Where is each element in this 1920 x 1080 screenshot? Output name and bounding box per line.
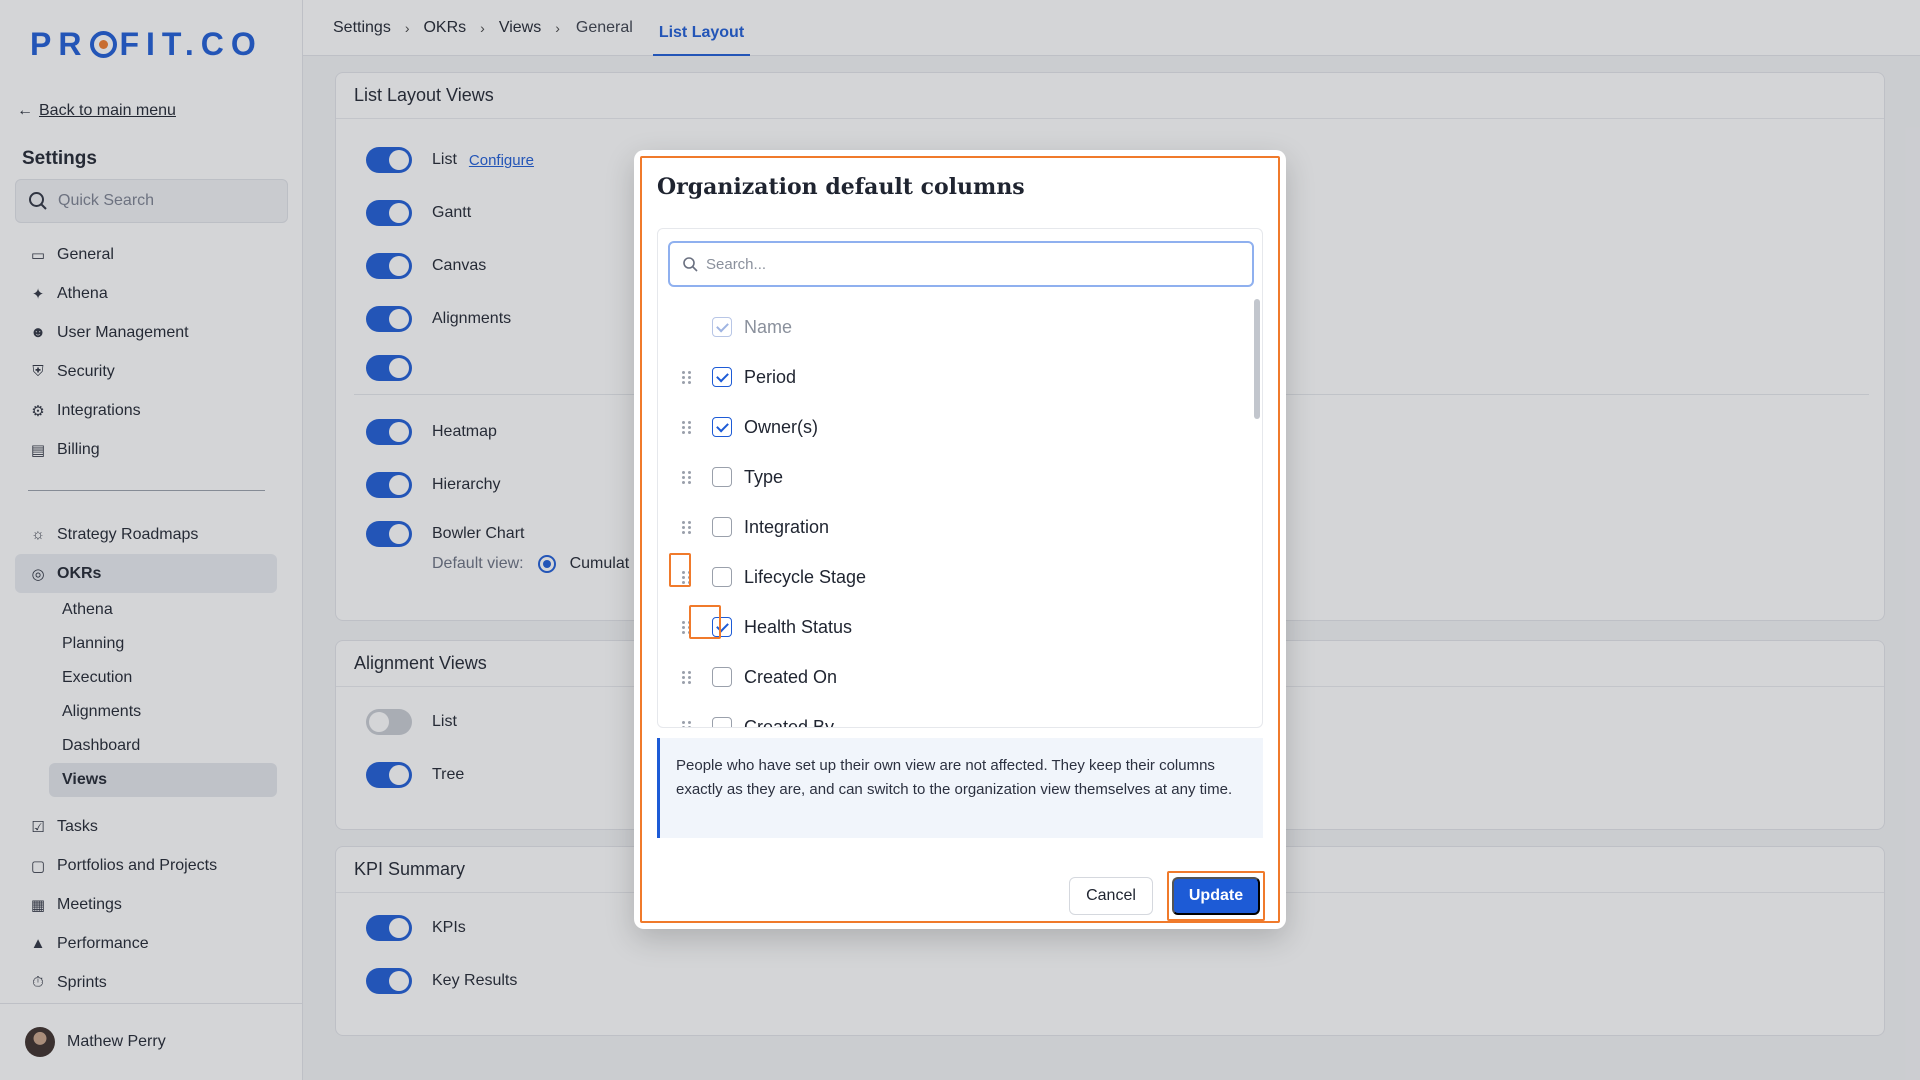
column-row-integration: Integration — [658, 502, 1253, 552]
drag-handle-icon[interactable] — [658, 670, 700, 684]
column-row-created-by: Created By — [658, 702, 1253, 728]
drag-handle-icon[interactable] — [658, 370, 700, 384]
column-checkbox-name — [712, 317, 732, 337]
column-label: Owner(s) — [744, 416, 819, 437]
column-row-name: Name — [658, 302, 1253, 352]
column-label: Created By — [744, 716, 835, 728]
column-row-health-status: Health Status — [658, 602, 1253, 652]
column-row-owners: Owner(s) — [658, 402, 1253, 452]
column-label: Lifecycle Stage — [744, 566, 867, 587]
drag-handle-icon[interactable] — [658, 720, 700, 727]
column-checkbox-owners[interactable] — [712, 417, 732, 437]
column-checkbox-created-by[interactable] — [712, 717, 732, 727]
organization-default-columns-modal: Organization default columns Search... N… — [634, 150, 1286, 929]
column-label: Integration — [744, 516, 830, 537]
info-note: People who have set up their own view ar… — [657, 738, 1263, 838]
update-button-highlight — [1167, 871, 1265, 921]
column-checkbox-created-on[interactable] — [712, 667, 732, 687]
list-scrollbar[interactable] — [1254, 299, 1260, 419]
column-row-created-on: Created On — [658, 652, 1253, 702]
column-search-placeholder: Search... — [706, 255, 767, 273]
drag-handle-icon[interactable] — [658, 470, 700, 484]
cancel-button[interactable]: Cancel — [1069, 877, 1153, 915]
modal-title: Organization default columns — [657, 174, 1025, 200]
column-checkbox-integration[interactable] — [712, 517, 732, 537]
checkbox-highlight — [689, 605, 721, 639]
drag-handle-highlight — [669, 553, 691, 587]
column-label: Type — [744, 466, 784, 487]
drag-handle-icon[interactable] — [658, 420, 700, 434]
column-row-period: Period — [658, 352, 1253, 402]
column-label: Name — [744, 316, 793, 337]
column-search-input[interactable]: Search... — [668, 241, 1254, 287]
drag-handle-icon[interactable] — [658, 520, 700, 534]
column-checkbox-lifecycle-stage[interactable] — [712, 567, 732, 587]
column-label: Created On — [744, 666, 838, 687]
column-row-type: Type — [658, 452, 1253, 502]
column-label: Period — [744, 366, 797, 387]
column-list-panel: Search... Name Period Owner(s) Type Inte… — [657, 228, 1263, 728]
column-checkbox-type[interactable] — [712, 467, 732, 487]
column-checkbox-period[interactable] — [712, 367, 732, 387]
column-label: Health Status — [744, 616, 853, 637]
search-icon — [683, 257, 698, 272]
column-row-lifecycle-stage: Lifecycle Stage — [658, 552, 1253, 602]
